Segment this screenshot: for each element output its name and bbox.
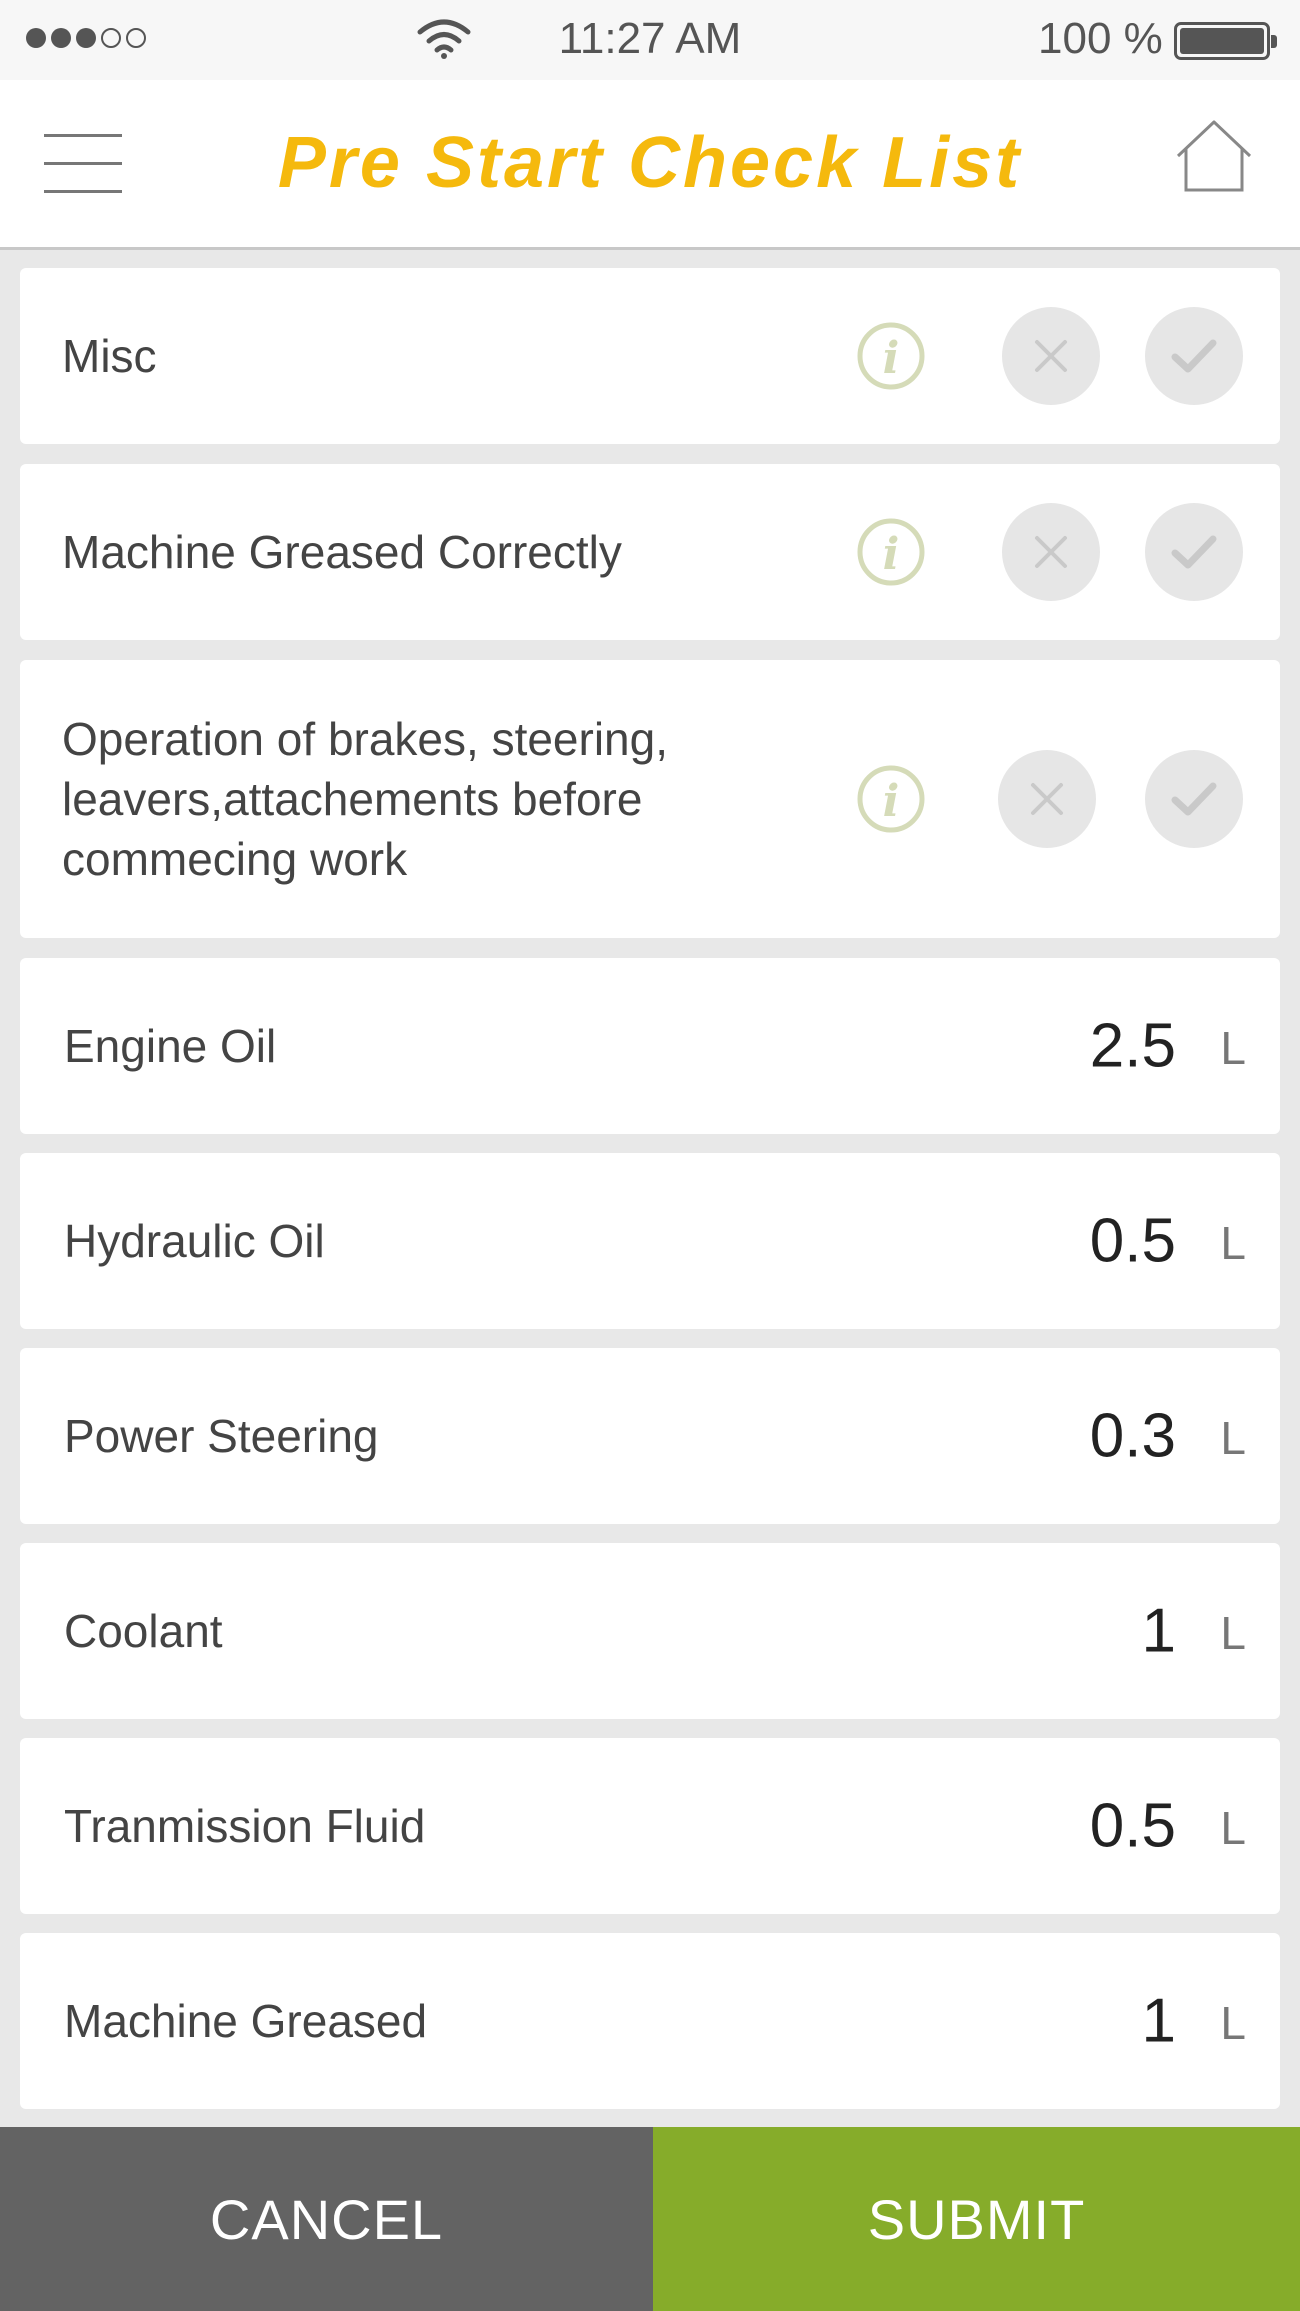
app-header: Pre Start Check List <box>0 80 1300 250</box>
info-icon[interactable]: i <box>856 764 926 834</box>
fail-button[interactable] <box>1002 503 1100 601</box>
close-icon <box>1035 340 1067 372</box>
check-item: Misc i <box>20 268 1280 444</box>
fluid-value[interactable]: 1 <box>1142 1596 1176 1667</box>
battery-icon <box>1174 22 1277 60</box>
fluid-unit: L <box>1220 1022 1246 1075</box>
fluid-item-hydraulic-oil[interactable]: Hydraulic Oil 0.5 L <box>20 1153 1280 1329</box>
fluid-item-power-steering[interactable]: Power Steering 0.3 L <box>20 1348 1280 1524</box>
pass-button[interactable] <box>1145 750 1243 848</box>
fluid-item-label: Machine Greased <box>64 1995 428 2047</box>
checkmark-icon <box>1171 782 1217 816</box>
fluid-value[interactable]: 0.5 <box>1090 1791 1176 1862</box>
fail-button[interactable] <box>998 750 1096 848</box>
fluid-item-engine-oil[interactable]: Engine Oil 2.5 L <box>20 958 1280 1134</box>
check-item-label: Operation of brakes, steering, leavers,a… <box>62 713 668 885</box>
checkmark-icon <box>1171 535 1217 569</box>
submit-button[interactable]: SUBMIT <box>653 2127 1300 2311</box>
home-icon[interactable] <box>1174 118 1254 194</box>
fluid-value[interactable]: 2.5 <box>1090 1011 1176 1082</box>
pass-button[interactable] <box>1145 503 1243 601</box>
checklist: Misc i Machine Greased Correctly i Opera… <box>20 268 1280 2128</box>
page-title: Pre Start Check List <box>277 123 1023 203</box>
svg-text:i: i <box>883 333 900 384</box>
fluid-item-label: Hydraulic Oil <box>64 1215 325 1267</box>
signal-strength-icon <box>26 28 146 48</box>
checkmark-icon <box>1171 339 1217 373</box>
check-item: Operation of brakes, steering, leavers,a… <box>20 660 1280 938</box>
info-icon[interactable]: i <box>856 321 926 391</box>
close-icon <box>1031 783 1063 815</box>
close-icon <box>1035 536 1067 568</box>
cancel-button[interactable]: CANCEL <box>0 2127 653 2311</box>
fluid-item-label: Coolant <box>64 1605 223 1657</box>
fluid-unit: L <box>1220 1412 1246 1465</box>
fluid-unit: L <box>1220 1607 1246 1660</box>
battery-percentage: 100 % <box>1038 14 1163 63</box>
svg-text:i: i <box>883 776 900 827</box>
fluid-value[interactable]: 0.5 <box>1090 1206 1176 1277</box>
pass-button[interactable] <box>1145 307 1243 405</box>
fluid-item-coolant[interactable]: Coolant 1 L <box>20 1543 1280 1719</box>
fluid-unit: L <box>1220 1802 1246 1855</box>
fluid-value[interactable]: 0.3 <box>1090 1401 1176 1472</box>
status-bar: 11:27 AM 100 % <box>0 0 1300 80</box>
fluid-item-label: Engine Oil <box>64 1020 277 1072</box>
check-item-label: Machine Greased Correctly <box>62 526 622 578</box>
fail-button[interactable] <box>1002 307 1100 405</box>
bottom-action-bar: CANCEL SUBMIT <box>0 2127 1300 2311</box>
wifi-icon <box>417 19 471 59</box>
fluid-unit: L <box>1220 1997 1246 2050</box>
check-item-label: Misc <box>62 330 157 382</box>
status-time: 11:27 AM <box>558 14 742 63</box>
svg-text:i: i <box>883 529 900 580</box>
fluid-value[interactable]: 1 <box>1142 1986 1176 2057</box>
check-item: Machine Greased Correctly i <box>20 464 1280 640</box>
fluid-item-label: Tranmission Fluid <box>64 1800 426 1852</box>
fluid-item-transmission-fluid[interactable]: Tranmission Fluid 0.5 L <box>20 1738 1280 1914</box>
fluid-item-label: Power Steering <box>64 1410 379 1462</box>
fluid-item-machine-greased[interactable]: Machine Greased 1 L <box>20 1933 1280 2109</box>
info-icon[interactable]: i <box>856 517 926 587</box>
fluid-unit: L <box>1220 1217 1246 1270</box>
